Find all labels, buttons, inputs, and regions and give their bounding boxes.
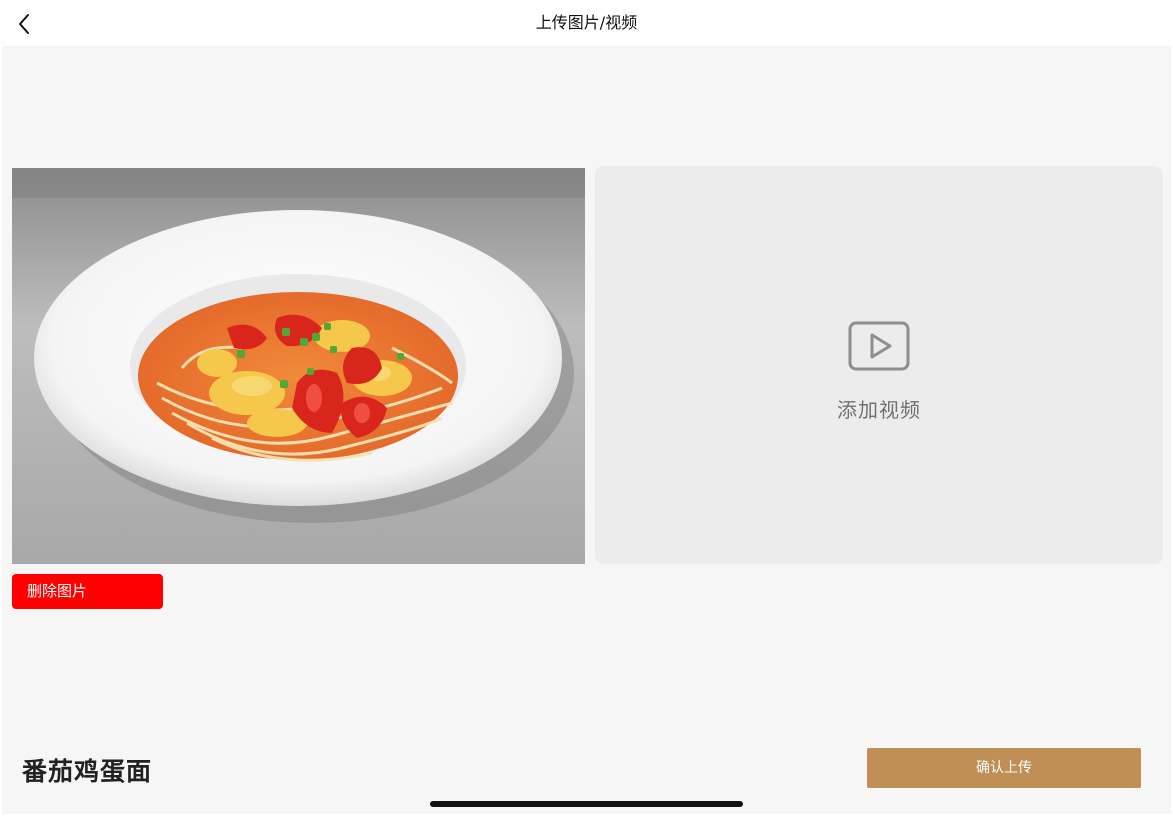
dish-name: 番茄鸡蛋面 bbox=[22, 757, 153, 786]
add-video-card[interactable]: 添加视频 bbox=[595, 166, 1163, 564]
add-video-label: 添加视频 bbox=[837, 398, 921, 422]
upload-screen: 上传图片/视频 删除图片 添加视频 番茄鸡蛋面 确认上传 bbox=[0, 0, 1173, 816]
uploaded-photo[interactable] bbox=[12, 168, 585, 564]
page-title: 上传图片/视频 bbox=[535, 13, 638, 32]
delete-photo-button[interactable]: 删除图片 bbox=[12, 574, 163, 609]
home-indicator bbox=[430, 801, 743, 807]
header-bar: 上传图片/视频 bbox=[0, 0, 1173, 46]
play-video-icon bbox=[848, 321, 910, 371]
confirm-upload-button[interactable]: 确认上传 bbox=[867, 748, 1141, 788]
dish-photo-image bbox=[12, 168, 585, 564]
content-area: 删除图片 添加视频 番茄鸡蛋面 确认上传 bbox=[2, 46, 1171, 814]
